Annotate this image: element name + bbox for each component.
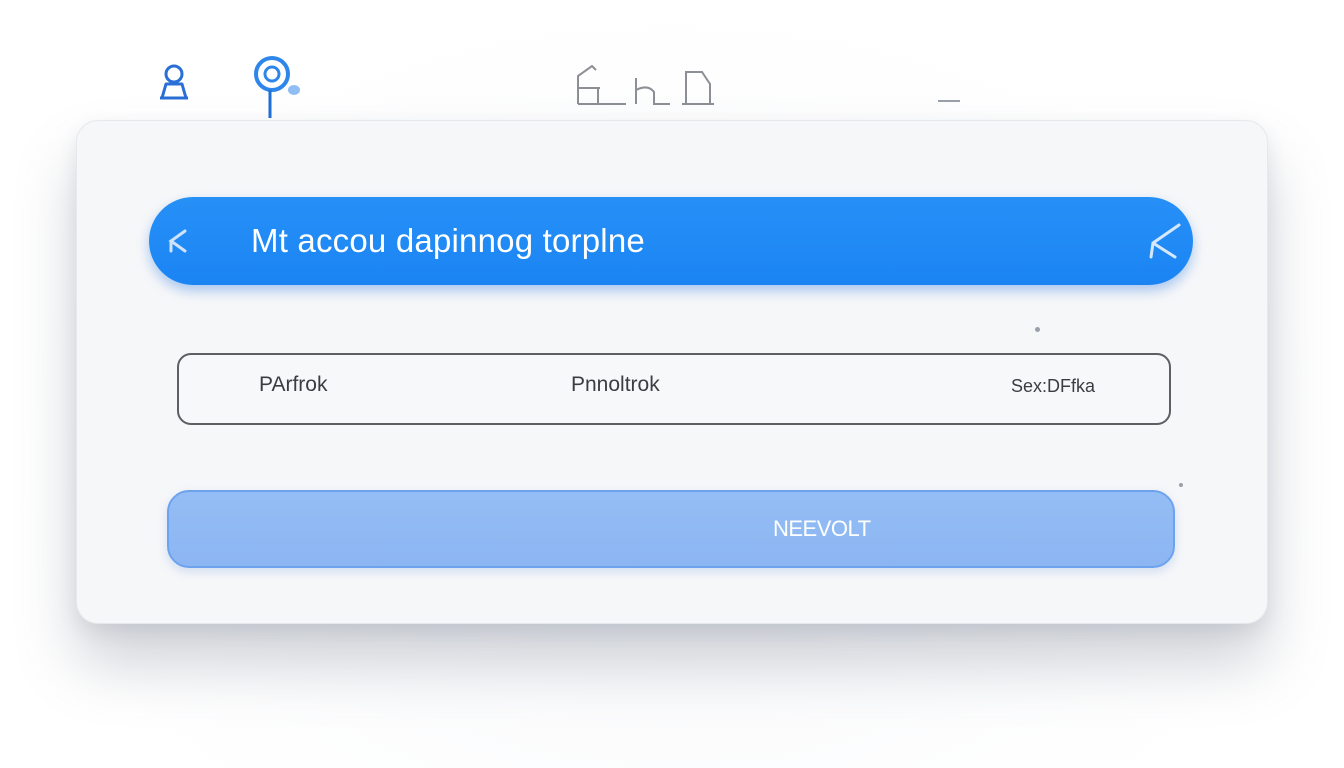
tab-item[interactable]: Pnnoltrok bbox=[571, 373, 660, 397]
tab-item[interactable]: Sex:DFfka bbox=[1011, 376, 1095, 397]
user-icon[interactable] bbox=[152, 60, 196, 104]
primary-action-label: NEEVOLT bbox=[773, 516, 871, 541]
back-chevron-icon[interactable] bbox=[163, 225, 195, 257]
location-pin-icon[interactable] bbox=[248, 52, 312, 120]
dialog-card: Mt accou dapinnog torplne PArfrok Pnnolt… bbox=[76, 120, 1268, 624]
segmented-tabs: PArfrok Pnnoltrok Sex:DFfka bbox=[177, 353, 1171, 425]
decorative-dot bbox=[1035, 327, 1040, 332]
close-icon[interactable] bbox=[1145, 221, 1185, 261]
app-window: Mt accou dapinnog torplne PArfrok Pnnolt… bbox=[0, 0, 1344, 768]
documents-icon[interactable] bbox=[570, 62, 720, 110]
top-icon-row bbox=[0, 50, 1344, 130]
minimize-icon[interactable] bbox=[934, 96, 964, 106]
primary-action-button[interactable]: NEEVOLT bbox=[167, 490, 1175, 568]
decorative-dot bbox=[1179, 483, 1183, 487]
page-title: Mt accou dapinnog torplne bbox=[251, 222, 645, 259]
tab-item[interactable]: PArfrok bbox=[259, 373, 327, 397]
header-bar: Mt accou dapinnog torplne bbox=[149, 197, 1193, 285]
